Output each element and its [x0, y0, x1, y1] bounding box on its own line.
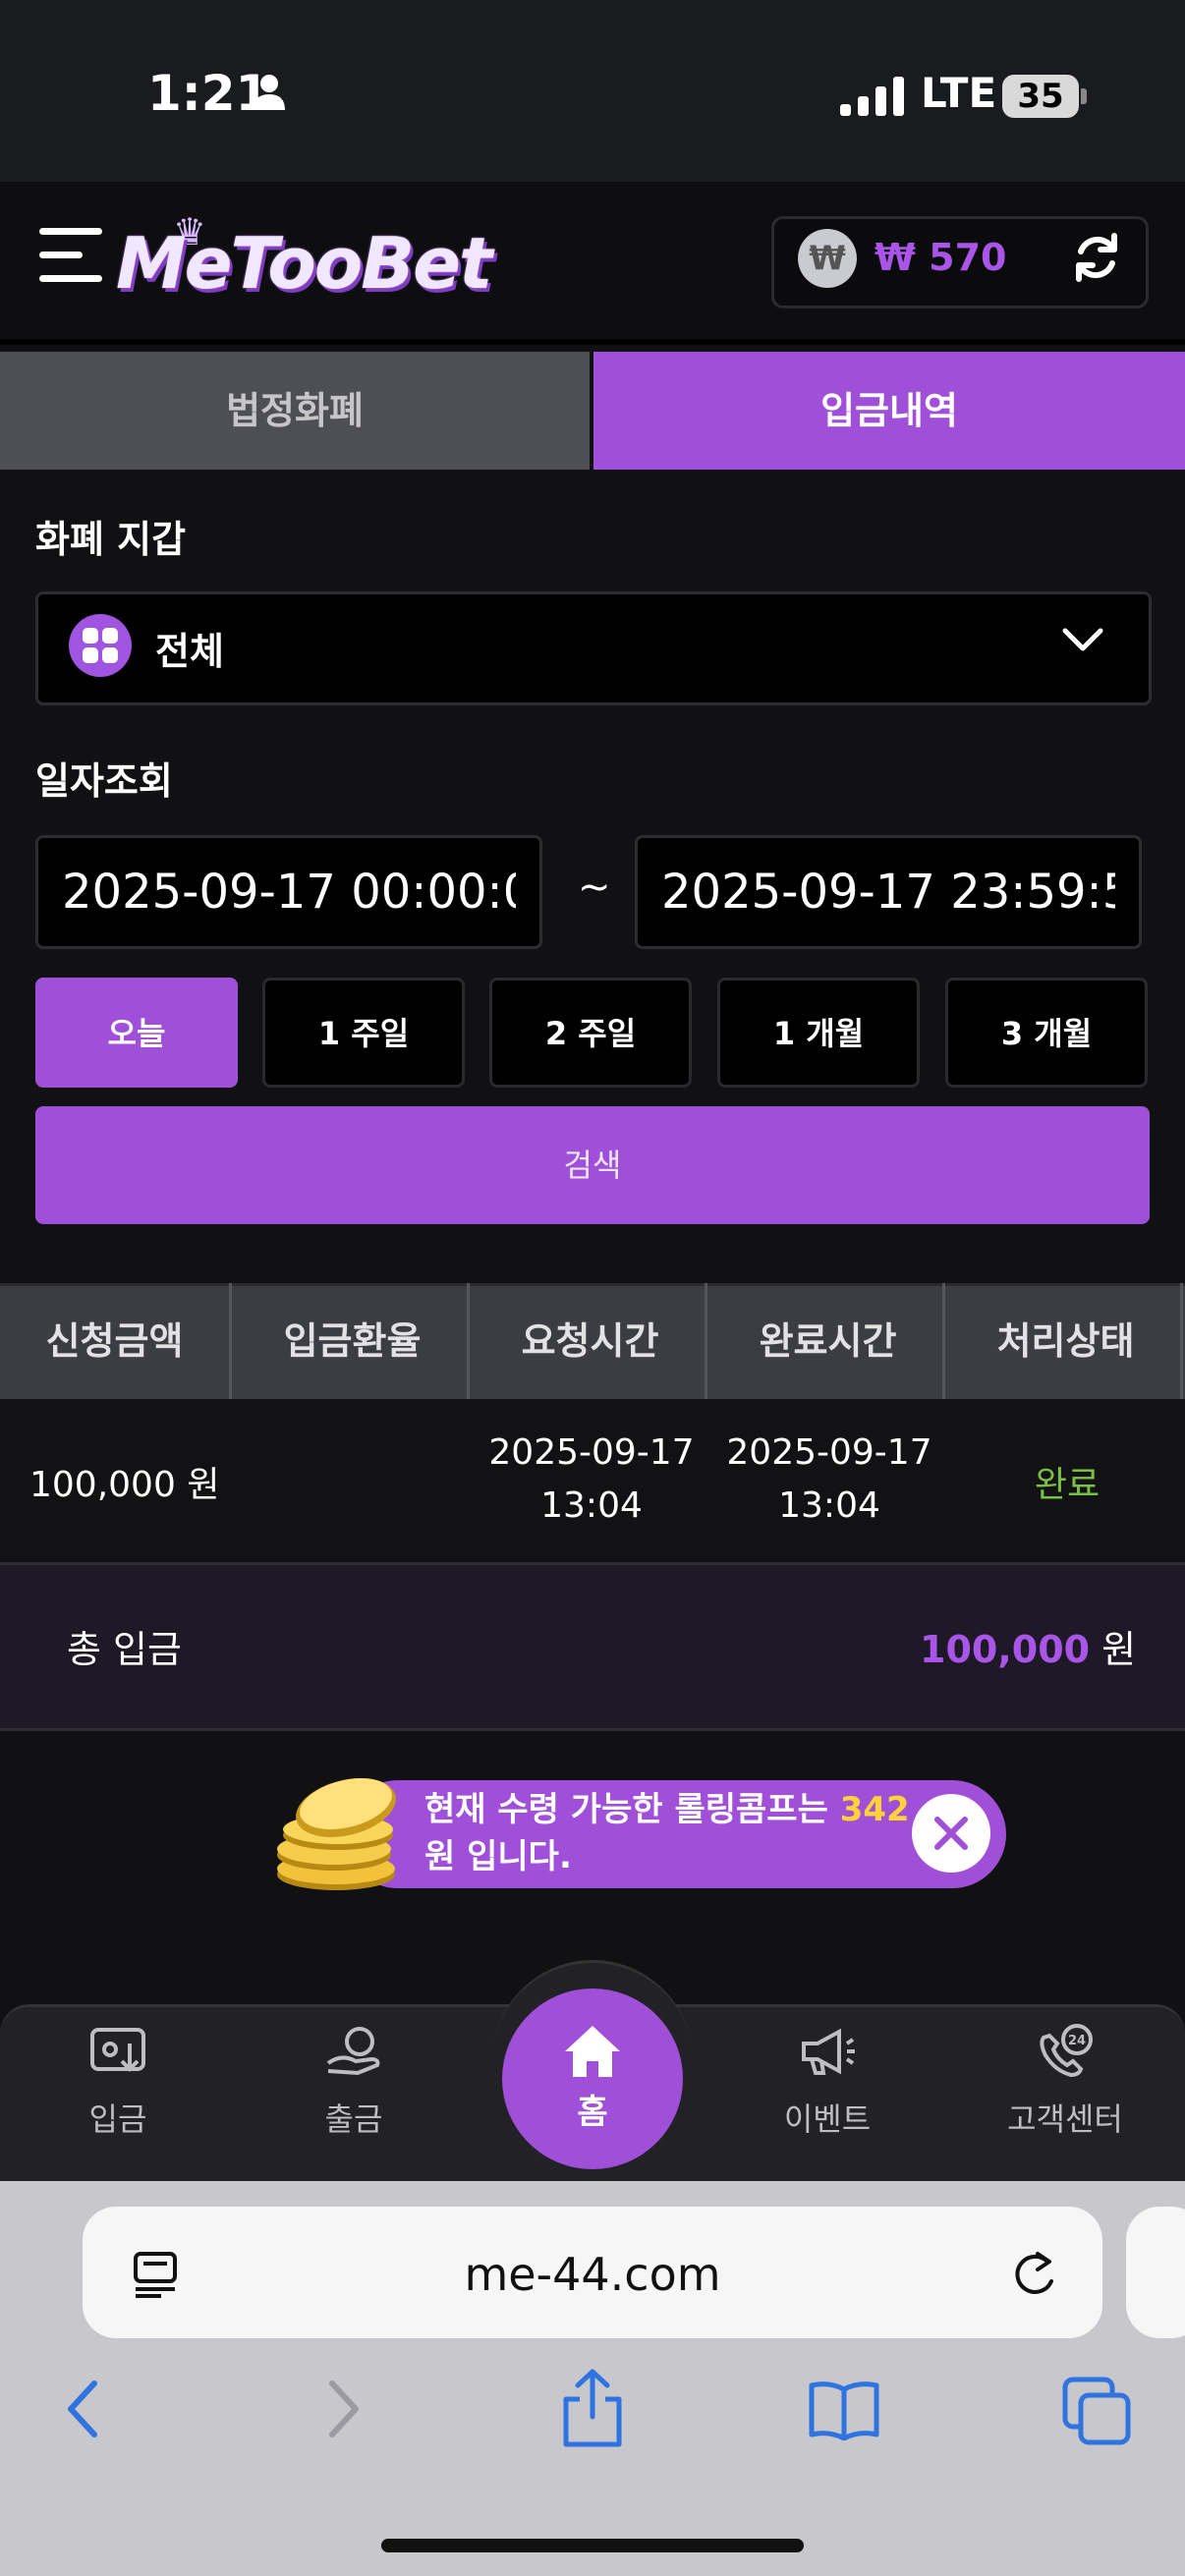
range-2week-button[interactable]: 2 주일: [489, 978, 692, 1088]
svg-text:24: 24: [1068, 2034, 1086, 2048]
column-header-rate: 입금환율: [238, 1283, 470, 1399]
range-3month-button[interactable]: 3 개월: [945, 978, 1148, 1088]
nav-support-label: 고객센터: [1007, 2100, 1123, 2138]
column-header-request-time: 요청시간: [476, 1283, 707, 1399]
battery-tip: [1081, 88, 1087, 104]
nav-home-label: 홈: [577, 2093, 608, 2132]
share-icon[interactable]: [560, 2368, 625, 2448]
nav-withdraw[interactable]: 출금: [255, 2024, 452, 2140]
nav-deposit[interactable]: 입금: [20, 2024, 216, 2140]
total-unit: 원: [1101, 1628, 1137, 1671]
total-label: 총 입금: [67, 1628, 182, 1671]
signal-icon: [840, 77, 904, 116]
range-1month-button[interactable]: 1 개월: [717, 978, 920, 1088]
row-done-date: 2025-09-17: [726, 1432, 932, 1473]
menu-icon[interactable]: [39, 228, 102, 299]
row-request-time: 13:04: [540, 1485, 643, 1526]
back-icon[interactable]: [63, 2378, 102, 2440]
start-date-input[interactable]: [35, 835, 542, 949]
support-24-icon: 24: [1040, 2024, 1093, 2078]
bookmarks-icon[interactable]: [808, 2380, 880, 2440]
wallet-select-value: 전체: [155, 630, 224, 673]
row-amount: 100,000 원: [29, 1465, 220, 1505]
toast-suffix: 원 입니다.: [424, 1837, 572, 1876]
tab-deposit-history[interactable]: 입금내역: [593, 352, 1185, 470]
next-tab-peek[interactable]: [1126, 2207, 1185, 2338]
reload-icon[interactable]: [1010, 2248, 1059, 2301]
toast-amount: 342: [839, 1790, 910, 1829]
column-header-status: 처리상태: [951, 1283, 1183, 1399]
refresh-icon[interactable]: [1069, 230, 1124, 285]
nav-support[interactable]: 24 고객센터: [967, 2024, 1163, 2140]
grid-icon: [69, 614, 132, 677]
url-text[interactable]: me-44.com: [83, 2248, 1102, 2301]
person-icon: [254, 75, 285, 110]
range-today-button[interactable]: 오늘: [35, 978, 238, 1088]
toast-prefix: 현재 수령 가능한 롤링콤프는: [424, 1790, 828, 1829]
date-filter-label: 일자조회: [35, 759, 173, 803]
megaphone-icon: [802, 2028, 855, 2075]
date-separator: ~: [578, 865, 611, 910]
toast-message: 현재 수령 가능한 롤링콤프는 342 원 입니다.: [424, 1786, 916, 1880]
battery-icon: 35: [1002, 75, 1079, 118]
nav-deposit-label: 입금: [88, 2100, 147, 2138]
chevron-down-icon: [1062, 628, 1103, 651]
deposit-icon: [90, 2028, 145, 2072]
total-amount: 100,000: [920, 1628, 1091, 1671]
row-done-time: 13:04: [778, 1485, 880, 1526]
toast-close-button[interactable]: [912, 1794, 990, 1873]
home-indicator: [381, 2539, 804, 2552]
balance-amount: ₩ 570: [875, 236, 1007, 279]
total-value: 100,000 원: [920, 1619, 1136, 1673]
end-date-input[interactable]: [635, 835, 1142, 949]
column-header-amount: 신청금액: [0, 1283, 232, 1399]
row-request-date: 2025-09-17: [488, 1432, 695, 1473]
nav-withdraw-label: 출금: [324, 2100, 383, 2138]
row-status: 완료: [1034, 1465, 1100, 1505]
wallet-label: 화폐 지갑: [35, 518, 187, 561]
won-coin-icon: ₩: [798, 229, 857, 288]
range-1week-button[interactable]: 1 주일: [262, 978, 465, 1088]
nav-home[interactable]: [502, 1988, 683, 2169]
network-label: LTE: [921, 69, 997, 117]
tabs-icon[interactable]: [1061, 2376, 1132, 2446]
home-icon: [565, 2026, 620, 2077]
tab-fiat[interactable]: 법정화폐: [0, 352, 590, 470]
close-icon: [934, 1817, 968, 1850]
nav-event-label: 이벤트: [783, 2100, 872, 2138]
column-header-done-time: 완료시간: [713, 1283, 945, 1399]
coins-icon: [277, 1777, 396, 1890]
withdraw-icon: [326, 2027, 380, 2076]
brand-logo[interactable]: MeTooBet: [116, 222, 492, 305]
forward-icon[interactable]: [324, 2378, 364, 2440]
nav-event[interactable]: 이벤트: [729, 2024, 926, 2140]
search-button[interactable]: 검색: [35, 1106, 1150, 1224]
